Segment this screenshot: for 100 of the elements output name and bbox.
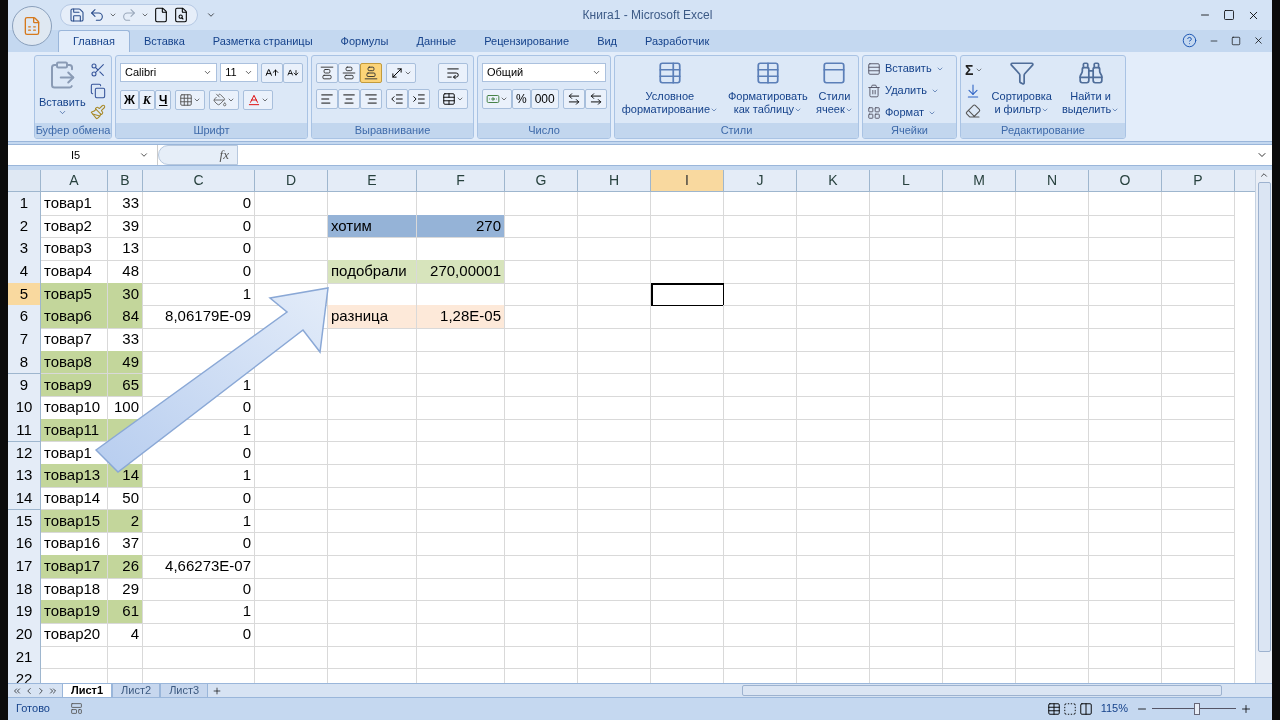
scissors-icon[interactable] [89,62,106,78]
print-preview-icon[interactable] [173,7,189,23]
zoom-slider-thumb[interactable] [1193,702,1200,715]
paste-button[interactable]: Вставить [39,60,86,124]
align-right-button[interactable] [360,89,382,109]
row-header[interactable]: 3 [8,237,41,261]
align-left-button[interactable] [316,89,338,109]
decrease-decimal-button[interactable] [584,89,607,109]
undo-icon[interactable] [89,7,105,23]
ribbon-tab[interactable]: Главная [58,30,130,52]
row-header[interactable]: 13 [8,464,41,488]
percent-button[interactable]: % [512,89,531,109]
customize-icon[interactable] [206,10,216,20]
vertical-align-button[interactable] [338,63,360,83]
autosum-button[interactable]: Σ [965,60,984,79]
cells-button[interactable]: Вставить [867,59,952,78]
row-header[interactable]: 17 [8,555,41,579]
help-icon[interactable] [1182,33,1197,48]
font-style-button[interactable]: Ч [155,90,172,110]
ribbon-tab[interactable]: Вид [583,30,632,52]
row-header[interactable]: 8 [8,350,41,375]
row-header[interactable]: 4 [8,260,41,284]
row-header[interactable]: 21 [8,645,41,670]
align-center-button[interactable] [338,89,360,109]
column-header[interactable]: A [41,170,108,191]
font-style-button[interactable]: Ж [120,90,139,110]
merge-button[interactable] [438,89,468,109]
row-header[interactable]: 12 [8,441,41,466]
ribbon-tab[interactable]: Формулы [326,30,403,52]
ribbon-tab[interactable]: Разработчик [631,30,724,52]
ribbon-tab[interactable]: Данные [402,30,471,52]
cells-button[interactable]: Формат [867,103,952,122]
column-header[interactable]: N [1016,170,1089,191]
column-header[interactable]: P [1162,170,1235,191]
style-button[interactable]: Стили ячеек [814,60,854,116]
previous-sheet-icon[interactable] [24,685,34,696]
increase-decimal-button[interactable] [562,89,585,109]
row-header[interactable]: 15 [8,509,41,534]
normal-view-icon[interactable] [1046,701,1061,716]
column-header[interactable]: M [943,170,1016,191]
font-style-button[interactable]: К [138,90,155,110]
fill-icon[interactable] [965,83,981,99]
row-header[interactable]: 1 [8,192,41,216]
row-header[interactable]: 16 [8,532,41,556]
sheet-tab[interactable]: Лист1 [62,683,113,698]
ribbon-tab[interactable]: Вставка [129,30,199,52]
zoom-in-icon[interactable] [1240,702,1252,715]
row-header[interactable]: 7 [8,328,41,352]
column-header[interactable]: D [255,170,328,191]
page-break-icon[interactable] [1078,701,1093,716]
zoom-level[interactable]: 115% [1100,700,1128,717]
indent-decrease-button[interactable] [386,89,408,109]
row-header[interactable]: 18 [8,577,41,602]
ribbon-tab[interactable]: Рецензирование [470,30,584,52]
row-header[interactable]: 11 [8,418,41,443]
style-button[interactable]: Условное форматирование [619,60,721,116]
maximize-icon[interactable] [1223,8,1235,21]
function-label[interactable]: fx [219,145,229,165]
scrollbar-thumb[interactable] [1257,182,1271,652]
currency-button[interactable] [482,89,512,109]
row-header[interactable]: 9 [8,373,41,397]
office-button[interactable] [12,6,52,46]
column-header[interactable]: F [417,170,505,191]
column-header[interactable]: L [870,170,943,191]
vertical-align-button[interactable] [360,63,382,83]
column-header[interactable]: C [143,170,255,191]
cells-button[interactable]: Удалить [867,81,952,100]
save-icon[interactable] [69,7,85,23]
editing-button[interactable]: Найти и выделить [1060,60,1121,119]
number-format-field[interactable]: Общий [482,63,606,82]
fill-color-button[interactable] [209,90,240,110]
row-header[interactable]: 19 [8,600,41,624]
editing-button[interactable]: Сортировка и фильтр [991,60,1053,119]
font-size-field[interactable]: 11 [220,63,258,82]
copy-icon[interactable] [89,83,106,99]
row-header[interactable]: 2 [8,214,41,239]
row-header[interactable]: 6 [8,305,41,329]
style-button[interactable]: Форматировать как таблицу [724,60,811,116]
wrap-text-button[interactable] [438,63,468,83]
grow-font-button[interactable] [261,63,283,83]
eraser-icon[interactable] [965,103,981,119]
column-header[interactable]: B [108,170,143,191]
next-sheet-icon[interactable] [36,685,46,696]
close-icon[interactable] [1253,35,1264,46]
row-header[interactable]: 14 [8,486,41,511]
vertical-align-button[interactable] [316,63,338,83]
column-header[interactable]: E [328,170,417,191]
last-sheet-icon[interactable] [48,685,58,696]
shrink-font-button[interactable] [283,63,303,83]
sheet-tab[interactable]: Лист3 [160,683,209,698]
font-color-button[interactable] [243,90,274,110]
zoom-slider[interactable] [1152,702,1236,715]
first-sheet-icon[interactable] [12,685,22,696]
column-header[interactable]: G [505,170,578,191]
borders-button[interactable] [175,90,206,110]
indent-increase-button[interactable] [408,89,430,109]
new-file-icon[interactable] [153,7,169,23]
scroll-up-icon[interactable] [1259,170,1269,180]
column-header[interactable]: I [651,170,724,191]
row-header[interactable]: 20 [8,623,41,647]
